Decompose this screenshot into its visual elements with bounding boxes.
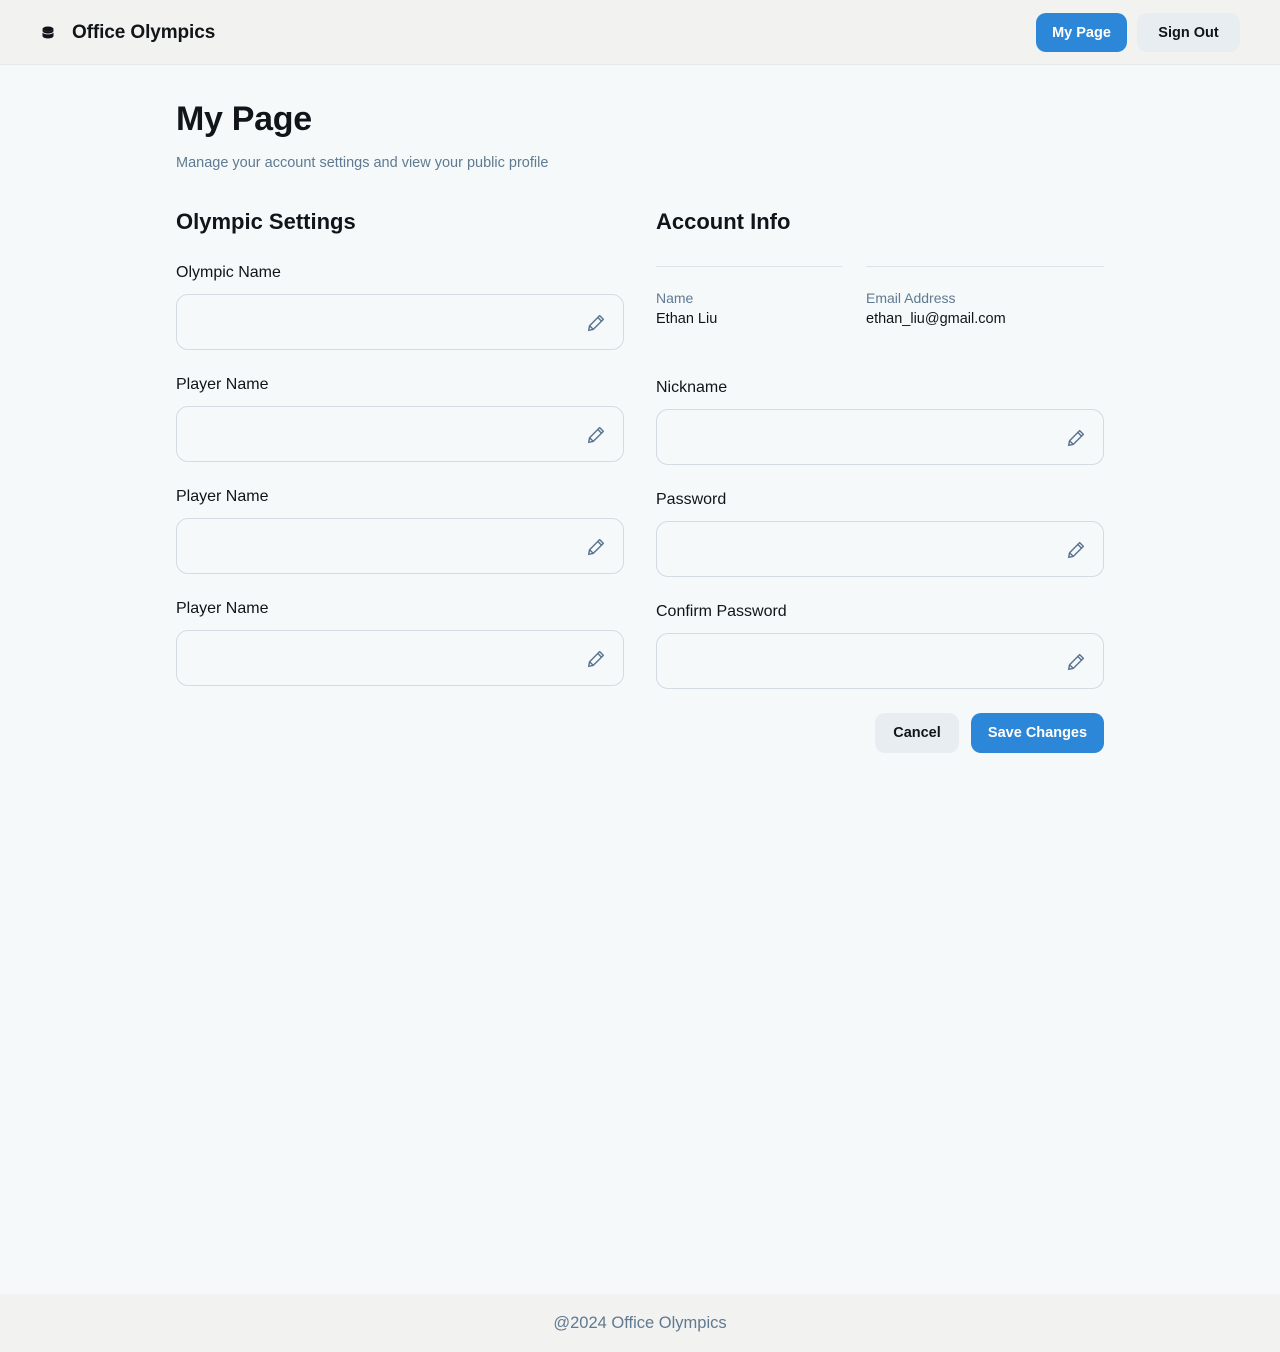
olympic-name-field[interactable] — [176, 294, 624, 350]
nickname-field[interactable] — [656, 409, 1104, 465]
confirm-password-label: Confirm Password — [656, 603, 787, 620]
pencil-icon[interactable] — [1065, 539, 1087, 561]
my-page-button[interactable]: My Page — [1036, 13, 1127, 52]
cancel-button[interactable]: Cancel — [875, 713, 959, 753]
brand[interactable]: Office Olympics — [40, 0, 215, 65]
page-title: My Page — [176, 100, 312, 138]
player-name-input[interactable] — [193, 407, 573, 461]
confirm-password-field[interactable] — [656, 633, 1104, 689]
olympic-name-input[interactable] — [193, 295, 573, 349]
top-nav-bar: Office Olympics My Page Sign Out — [0, 0, 1280, 65]
email-label: Email Address — [866, 290, 956, 306]
divider — [866, 266, 1104, 267]
confirm-password-input[interactable] — [673, 634, 1053, 688]
player-name-input[interactable] — [193, 519, 573, 573]
nickname-label: Nickname — [656, 379, 728, 396]
password-label: Password — [656, 491, 727, 508]
name-label: Name — [656, 290, 694, 306]
account-info-title: Account Info — [656, 209, 791, 234]
pencil-icon[interactable] — [585, 536, 607, 558]
pencil-icon[interactable] — [1065, 427, 1087, 449]
save-changes-button[interactable]: Save Changes — [971, 713, 1104, 753]
sign-out-button[interactable]: Sign Out — [1137, 13, 1240, 52]
brand-title: Office Olympics — [72, 21, 216, 43]
pencil-icon[interactable] — [585, 648, 607, 670]
password-input[interactable] — [673, 522, 1053, 576]
footer-copyright: @2024 Office Olympics — [553, 1313, 727, 1332]
database-icon — [40, 25, 56, 41]
pencil-icon[interactable] — [1065, 651, 1087, 673]
divider — [656, 266, 842, 267]
player-name-label: Player Name — [176, 488, 269, 505]
olympic-name-label: Olympic Name — [176, 264, 281, 281]
email-value: ethan_liu@gmail.com — [866, 311, 1006, 327]
player-name-field[interactable] — [176, 518, 624, 574]
pencil-icon[interactable] — [585, 312, 607, 334]
pencil-icon[interactable] — [585, 424, 607, 446]
page-subtitle: Manage your account settings and view yo… — [176, 155, 549, 171]
player-name-label: Player Name — [176, 600, 269, 617]
player-name-field[interactable] — [176, 630, 624, 686]
player-name-label: Player Name — [176, 376, 269, 393]
name-value: Ethan Liu — [656, 311, 718, 327]
footer: @2024 Office Olympics — [0, 1294, 1280, 1352]
player-name-input[interactable] — [193, 631, 573, 685]
olympic-settings-title: Olympic Settings — [176, 209, 356, 234]
player-name-field[interactable] — [176, 406, 624, 462]
nickname-input[interactable] — [673, 410, 1053, 464]
password-field[interactable] — [656, 521, 1104, 577]
